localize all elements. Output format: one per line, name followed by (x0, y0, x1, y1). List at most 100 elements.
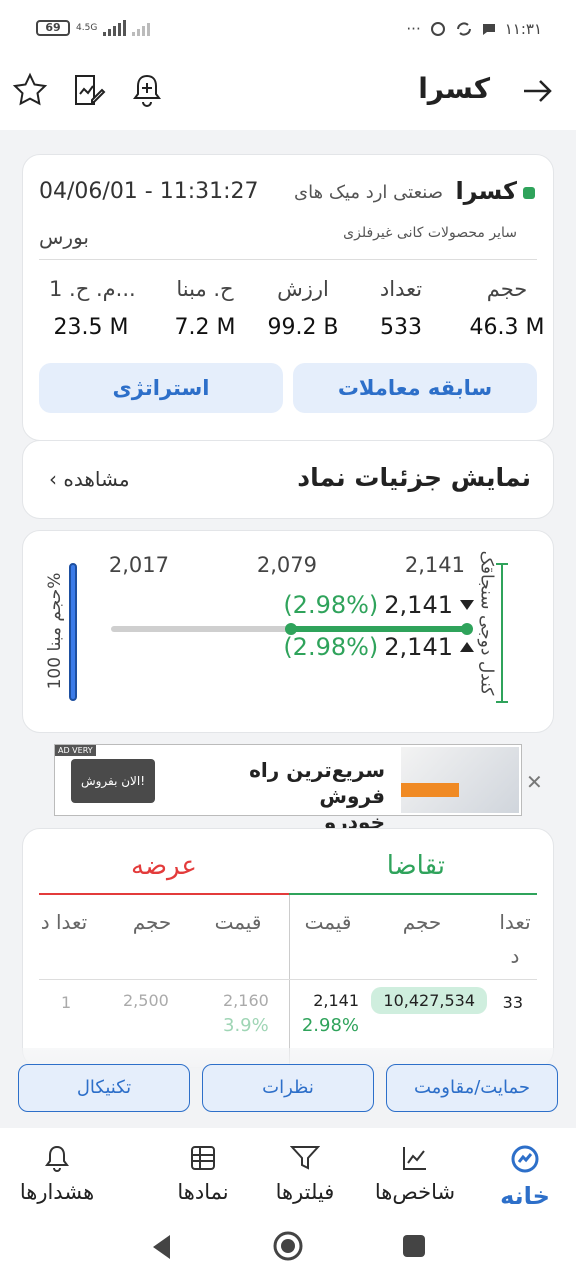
system-home-icon[interactable] (272, 1230, 304, 1262)
grid-icon (191, 1146, 215, 1170)
last-price-row: (2.98%) 2,141 (283, 591, 475, 619)
sell-underline (39, 893, 289, 895)
status-left-group: 69 4.5G (36, 20, 151, 36)
signal-2-icon (132, 20, 151, 36)
ad-image (401, 747, 519, 813)
ad-text: سریع‌ترین راه فروش خودرو (205, 757, 385, 835)
nav-label: شاخص‌ها (374, 1180, 456, 1204)
strategy-button[interactable]: استراتژی (39, 363, 283, 413)
nav-label: نمادها (177, 1180, 229, 1204)
close-price: 2,141 (384, 633, 453, 661)
details-title: نمایش جزئیات نماد (297, 463, 531, 492)
sell-pct: 3.9% (223, 1015, 269, 1036)
center-divider (289, 895, 290, 1065)
sector-name: سایر محصولات کانی غیرفلزی (343, 225, 517, 241)
col-buy-price: قیمت (304, 910, 352, 934)
support-resistance-chip[interactable]: حمایت/مقاومت (386, 1064, 558, 1112)
buy-volume: 10,427,534 (371, 987, 487, 1014)
symbol-details-row[interactable]: نمایش جزئیات نماد ‹ مشاهده (22, 440, 554, 519)
star-icon[interactable] (12, 72, 48, 108)
symbol-info-card: کسرا صنعتی ارد میک های 04/06/01 - 11:31:… (22, 154, 554, 441)
system-recents-icon[interactable] (402, 1234, 426, 1258)
overflow-dots: ··· (406, 20, 421, 38)
price-range-fill (291, 626, 467, 632)
candle-card: کندل دوجی سنجاقک 2,141 2,079 2,017 (2.98… (22, 530, 554, 733)
last-price: 2,141 (384, 591, 453, 619)
system-nav (0, 1218, 576, 1280)
col-sell-count: تعدا د (40, 910, 88, 934)
status-bar: 69 4.5G ··· ۱۱:۳۱ (0, 0, 576, 62)
action-chips: حمایت/مقاومت نظرات تکنیکال (0, 1048, 576, 1128)
col-buy-volume: حجم (402, 910, 442, 934)
status-right-group: ··· ۱۱:۳۱ (406, 20, 542, 38)
order-book-card: تقاضا عرضه تعدا د حجم قیمت قیمت حجم تعدا… (22, 828, 554, 1068)
nav-label: هشدارها (19, 1180, 95, 1204)
scale-high: 2,141 (404, 553, 465, 577)
triangle-down-icon (460, 600, 474, 610)
view-label: مشاهده (63, 467, 130, 491)
buy-pct: 2.98% (301, 1015, 359, 1036)
bell-icon (45, 1145, 69, 1172)
base-volume-bar (69, 563, 77, 701)
scale-mid: 2,079 (256, 553, 317, 577)
stat-label: ارزش (277, 277, 329, 301)
market-name: بورس (39, 225, 89, 249)
stat-base-volume: ح. مبنا 7.2 M (163, 277, 247, 340)
ad-cta-button[interactable]: الان بفروش! (71, 759, 155, 803)
chart-icon (403, 1147, 426, 1170)
clock: ۱۱:۳۱ (504, 20, 542, 38)
battery-icon: 69 (36, 20, 70, 36)
stat-volume: حجم 46.3 M (465, 277, 549, 340)
nav-filters[interactable]: فیلترها (250, 1144, 360, 1204)
comments-chip[interactable]: نظرات (202, 1064, 374, 1112)
nav-symbols[interactable]: نمادها (148, 1144, 258, 1204)
stat-label: حجم (486, 277, 528, 301)
nav-indices[interactable]: شاخص‌ها (360, 1144, 470, 1204)
network-type: 4.5G (76, 23, 98, 33)
stat-label: تعداد (379, 277, 423, 301)
divider (39, 259, 537, 260)
stat-value: 533 (380, 315, 422, 340)
price-range-bar (111, 623, 473, 635)
close-price-row: (2.98%) 2,141 (283, 633, 475, 661)
candle-type-label: کندل دوجی سنجاقک (476, 550, 497, 696)
back-arrow-icon[interactable] (520, 74, 554, 108)
nav-home[interactable]: خانه (470, 1144, 576, 1210)
stat-value-total: ارزش 99.2 B (261, 277, 345, 340)
ad-text-line1: سریع‌ترین راه فروش (249, 758, 385, 808)
trade-time: 04/06/01 - 11:31:27 (39, 179, 259, 204)
nav-alerts[interactable]: هشدارها (2, 1144, 112, 1204)
last-price-pct: (2.98%) (283, 591, 379, 619)
stat-value: 99.2 B (267, 315, 339, 340)
ad-banner[interactable]: AD VERY الان بفروش! سریع‌ترین راه فروش خ… (54, 744, 522, 834)
add-alert-icon[interactable] (130, 72, 164, 108)
col-sell-volume: حجم (132, 910, 172, 934)
triangle-up-icon (460, 642, 474, 652)
nav-label: خانه (500, 1182, 550, 1210)
sell-count: 1 (61, 993, 72, 1012)
page-title: کسرا (418, 72, 490, 105)
technical-chip[interactable]: تکنیکال (18, 1064, 190, 1112)
ad-image-banner (401, 783, 459, 797)
scale-low: 2,017 (108, 553, 169, 577)
sell-volume: 2,500 (123, 991, 169, 1010)
symbol-name: کسرا (455, 177, 517, 205)
note-edit-icon[interactable] (70, 72, 106, 108)
base-volume-label: حجم مبنا 100% (45, 572, 65, 690)
filter-icon (289, 1146, 321, 1170)
system-back-icon[interactable] (150, 1232, 174, 1262)
sell-price: 2,160 (223, 991, 269, 1010)
buy-price: 2,141 (313, 991, 359, 1010)
signal-icon (103, 20, 127, 36)
close-ad-icon[interactable]: ✕ (526, 770, 543, 794)
home-icon (511, 1145, 539, 1173)
bottom-nav: خانه شاخص‌ها فیلترها نمادها هشدارها (0, 1128, 576, 1218)
col-sell-price: قیمت (214, 910, 262, 934)
stat-value: 23.5 M (53, 315, 129, 340)
buy-title: تقاضا (386, 851, 445, 881)
refresh-icon (456, 22, 471, 36)
trade-history-button[interactable]: سابقه معاملات (293, 363, 537, 413)
company-name: صنعتی ارد میک های (294, 182, 443, 203)
col-buy-count: تعدا د (499, 910, 531, 968)
view-link[interactable]: ‹ مشاهده (49, 467, 130, 491)
